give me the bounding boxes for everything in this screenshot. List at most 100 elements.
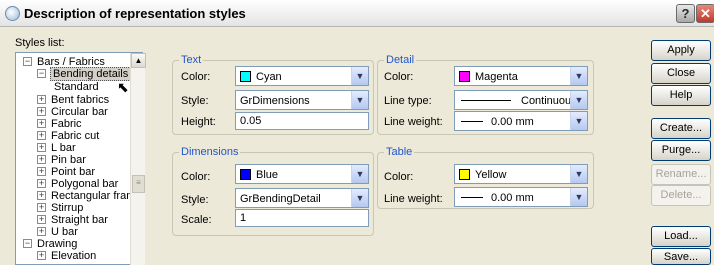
color-swatch: [459, 71, 470, 82]
chevron-down-icon[interactable]: ▼: [570, 67, 587, 85]
save-button[interactable]: Save...: [651, 248, 711, 265]
detail-line-weight-select[interactable]: 0.00 mm ▼: [454, 111, 588, 131]
scroll-up-icon[interactable]: ▲: [131, 53, 146, 68]
table-group-title: Table: [384, 146, 415, 158]
tree-item-label: Point bar: [51, 166, 96, 178]
detail-line-type-select[interactable]: Continuous ▼: [454, 90, 588, 110]
table-color-select[interactable]: Yellow ▼: [454, 164, 588, 184]
line-sample: [461, 121, 483, 122]
tree-item-label: Fabric: [51, 118, 82, 130]
tree-item-label: Straight bar: [51, 214, 108, 226]
tree-scrollbar[interactable]: ▲ ≡: [130, 53, 146, 265]
text-height-label: Height:: [181, 116, 216, 128]
rename-button[interactable]: Rename...: [651, 164, 711, 185]
chevron-down-icon[interactable]: ▼: [570, 112, 587, 130]
chevron-down-icon[interactable]: ▼: [570, 165, 587, 183]
scroll-thumb[interactable]: ≡: [132, 175, 145, 193]
tree-item-label: L bar: [51, 142, 76, 154]
tree-item-label: Polygonal bar: [51, 178, 119, 190]
expand-icon[interactable]: +: [37, 95, 46, 104]
purge-button[interactable]: Purge...: [651, 140, 711, 161]
color-swatch: [459, 169, 470, 180]
tree-item-label: Stirrup: [51, 202, 84, 214]
detail-group-title: Detail: [384, 54, 417, 66]
dimensions-scale-label: Scale:: [181, 214, 212, 226]
line-sample: [461, 100, 511, 101]
window-title: Description of representation styles: [24, 6, 246, 21]
text-color-select[interactable]: Cyan ▼: [235, 66, 369, 86]
expand-icon[interactable]: +: [37, 143, 46, 152]
app-icon: [5, 6, 20, 21]
close-icon[interactable]: ✕: [696, 4, 714, 23]
detail-color-label: Color:: [384, 71, 414, 83]
tree-item-label: Pin bar: [51, 154, 86, 166]
select-value: Cyan: [256, 71, 282, 83]
detail-color-select[interactable]: Magenta ▼: [454, 66, 588, 86]
chevron-down-icon[interactable]: ▼: [351, 189, 368, 207]
expand-icon[interactable]: +: [37, 107, 46, 116]
dimensions-style-select[interactable]: GrBendingDetail ▼: [235, 188, 369, 208]
chevron-down-icon[interactable]: ▼: [570, 91, 587, 109]
tree-item-label: U bar: [51, 226, 78, 238]
text-height-input[interactable]: 0.05: [235, 112, 369, 130]
tree-item-label: Circular bar: [51, 106, 108, 118]
select-value: GrBendingDetail: [240, 193, 321, 205]
chevron-down-icon[interactable]: ▼: [351, 67, 368, 85]
mouse-cursor-icon: ⬉: [117, 79, 129, 95]
delete-button[interactable]: Delete...: [651, 185, 711, 206]
expand-icon[interactable]: +: [37, 155, 46, 164]
detail-line-type-label: Line type:: [384, 95, 432, 107]
help-button[interactable]: Help: [651, 85, 711, 106]
select-value: GrDimensions: [240, 95, 310, 107]
table-line-weight-label: Line weight:: [384, 193, 443, 205]
tree-item-label: Elevation: [51, 250, 97, 262]
collapse-icon[interactable]: −: [23, 239, 32, 248]
collapse-icon[interactable]: −: [37, 69, 46, 78]
styles-list-label: Styles list:: [15, 37, 65, 49]
select-value: Yellow: [475, 169, 507, 181]
load-button[interactable]: Load...: [651, 226, 711, 247]
color-swatch: [240, 169, 251, 180]
chevron-down-icon[interactable]: ▼: [351, 91, 368, 109]
select-value: 0.00 mm: [491, 116, 534, 128]
dimensions-color-label: Color:: [181, 171, 211, 183]
expand-icon[interactable]: +: [37, 203, 46, 212]
title-bar: Description of representation styles ? ✕: [0, 0, 714, 27]
apply-button[interactable]: Apply: [651, 40, 711, 61]
text-color-label: Color:: [181, 71, 211, 83]
expand-icon[interactable]: +: [37, 215, 46, 224]
expand-icon[interactable]: +: [37, 119, 46, 128]
text-group-title: Text: [179, 54, 204, 66]
expand-icon[interactable]: +: [37, 179, 46, 188]
expand-icon[interactable]: +: [37, 191, 46, 200]
collapse-icon[interactable]: −: [23, 57, 32, 66]
tree-item-label: Bent fabrics: [51, 94, 110, 106]
close-button[interactable]: Close: [651, 63, 711, 84]
line-sample: [461, 197, 483, 198]
text-style-label: Style:: [181, 95, 209, 107]
dimensions-scale-input[interactable]: 1: [235, 209, 369, 227]
expand-icon[interactable]: +: [37, 167, 46, 176]
tree-item-label: Fabric cut: [51, 130, 100, 142]
table-color-label: Color:: [384, 171, 414, 183]
dimensions-color-select[interactable]: Blue ▼: [235, 164, 369, 184]
dimensions-group-title: Dimensions: [179, 146, 241, 158]
select-value: Magenta: [475, 71, 518, 83]
expand-icon[interactable]: +: [37, 131, 46, 140]
text-style-select[interactable]: GrDimensions ▼: [235, 90, 369, 110]
help-icon[interactable]: ?: [676, 4, 695, 23]
tree-item-label: Drawing: [37, 238, 78, 250]
expand-icon[interactable]: +: [37, 227, 46, 236]
expand-icon[interactable]: +: [37, 251, 46, 260]
select-value: Continuous: [521, 95, 577, 107]
color-swatch: [240, 71, 251, 82]
tree-item-label: Standard: [54, 81, 99, 93]
select-value: 0.00 mm: [491, 192, 534, 204]
tree-item-label: Rectangular frame: [51, 190, 142, 202]
dimensions-style-label: Style:: [181, 194, 209, 206]
create-button[interactable]: Create...: [651, 118, 711, 139]
chevron-down-icon[interactable]: ▼: [570, 188, 587, 206]
detail-line-weight-label: Line weight:: [384, 116, 443, 128]
table-line-weight-select[interactable]: 0.00 mm ▼: [454, 187, 588, 207]
chevron-down-icon[interactable]: ▼: [351, 165, 368, 183]
